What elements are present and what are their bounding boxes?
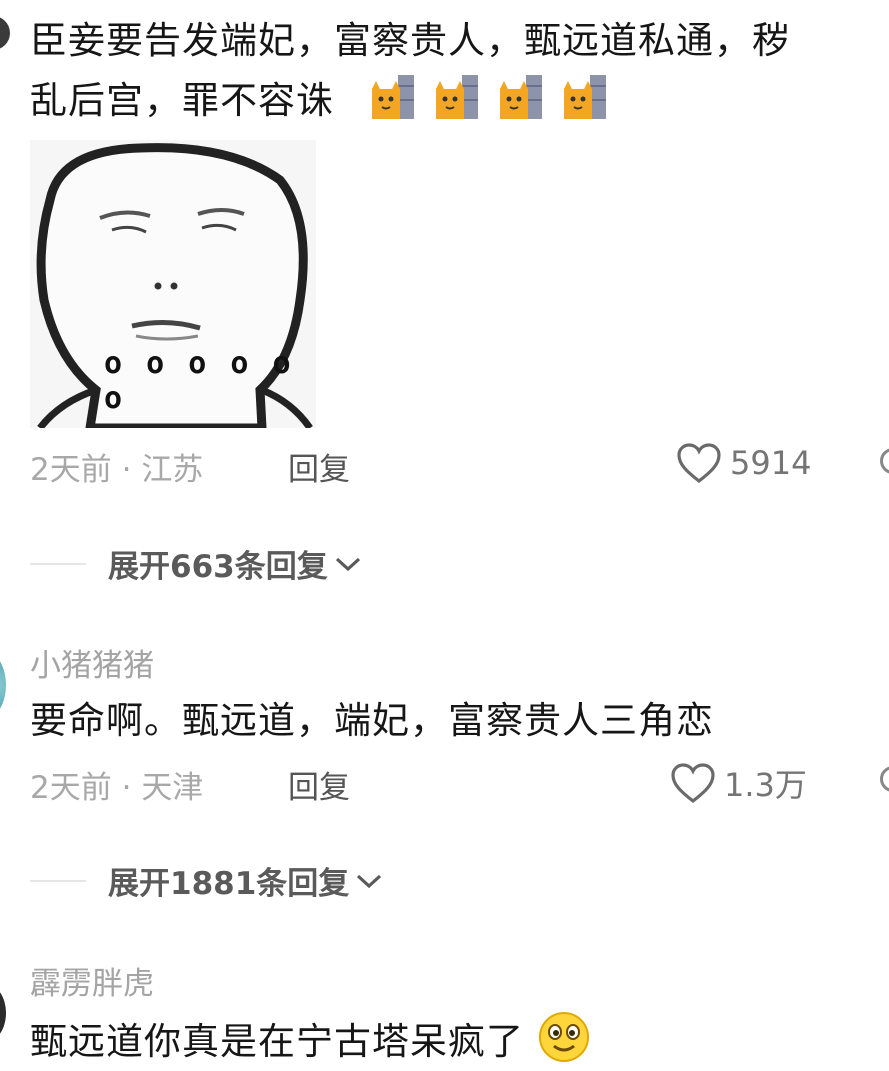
comment-text-line: 甄远道你真是在宁古塔呆疯了 bbox=[30, 1010, 591, 1071]
cat-peek-emoji-icon bbox=[371, 75, 414, 119]
like-count: 1.3万 bbox=[724, 766, 807, 804]
smile-emoji-icon bbox=[538, 1012, 589, 1062]
comment-location: 天津 bbox=[141, 770, 204, 806]
expand-replies-button[interactable]: 展开1881条回复 bbox=[108, 858, 383, 903]
comment-location: 江苏 bbox=[141, 452, 204, 488]
comment-text-line: 乱后宫，罪不容诛 bbox=[30, 72, 624, 130]
reply-button[interactable]: 回复 bbox=[288, 762, 350, 807]
comment-text-fragment: 甄远道你真是在宁古塔呆疯了 bbox=[30, 1020, 524, 1063]
heart-icon bbox=[671, 763, 715, 804]
chevron-down-icon bbox=[357, 874, 382, 888]
partial-icon-right-edge[interactable] bbox=[880, 766, 889, 792]
avatar-partial-commenter-3[interactable] bbox=[0, 984, 6, 1042]
comment-text-fragment: 乱后宫，罪不容诛 bbox=[30, 79, 334, 122]
meta-separator: · bbox=[121, 770, 132, 806]
expand-divider bbox=[30, 563, 86, 565]
avatar-partial-commenter-2[interactable] bbox=[0, 652, 6, 718]
expand-replies-button[interactable]: 展开663条回复 bbox=[108, 541, 362, 586]
comment-time: 2天前 bbox=[30, 770, 112, 806]
like-button[interactable]: 1.3万 bbox=[670, 760, 807, 806]
chevron-down-icon bbox=[335, 557, 360, 571]
expand-replies-label: 展开663条回复 bbox=[108, 549, 328, 585]
expand-replies-label: 展开1881条回复 bbox=[108, 866, 350, 902]
expand-divider bbox=[30, 880, 86, 882]
cat-peek-emoji-icon bbox=[563, 75, 606, 119]
sticker-dots-text: o o o o o o bbox=[104, 346, 294, 416]
comment-meta: 2天前 · 江苏 bbox=[30, 444, 203, 489]
like-count: 5914 bbox=[730, 444, 812, 482]
comment-time: 2天前 bbox=[30, 452, 112, 488]
comment-text-line: 臣妾要告发端妃，富察贵人，甄远道私通，秽 bbox=[30, 19, 790, 62]
reply-button[interactable]: 回复 bbox=[288, 444, 350, 489]
avatar-partial-top[interactable] bbox=[0, 16, 10, 50]
comment-text-line: 要命啊。甄远道，端妃，富察贵人三角恋 bbox=[30, 699, 714, 742]
like-button[interactable]: 5914 bbox=[676, 442, 811, 484]
partial-icon-right-edge[interactable] bbox=[880, 448, 889, 474]
meme-sticker-image[interactable]: o o o o o o bbox=[30, 140, 316, 428]
comment-username[interactable]: 霹雳胖虎 bbox=[30, 958, 154, 1003]
meta-separator: · bbox=[121, 452, 132, 488]
cat-peek-emoji-icon bbox=[499, 75, 542, 119]
comment-meta: 2天前 · 天津 bbox=[30, 762, 203, 807]
heart-icon bbox=[677, 443, 721, 484]
cat-peek-emoji-icon bbox=[435, 75, 478, 119]
comment-username[interactable]: 小猪猪猪 bbox=[30, 640, 154, 685]
